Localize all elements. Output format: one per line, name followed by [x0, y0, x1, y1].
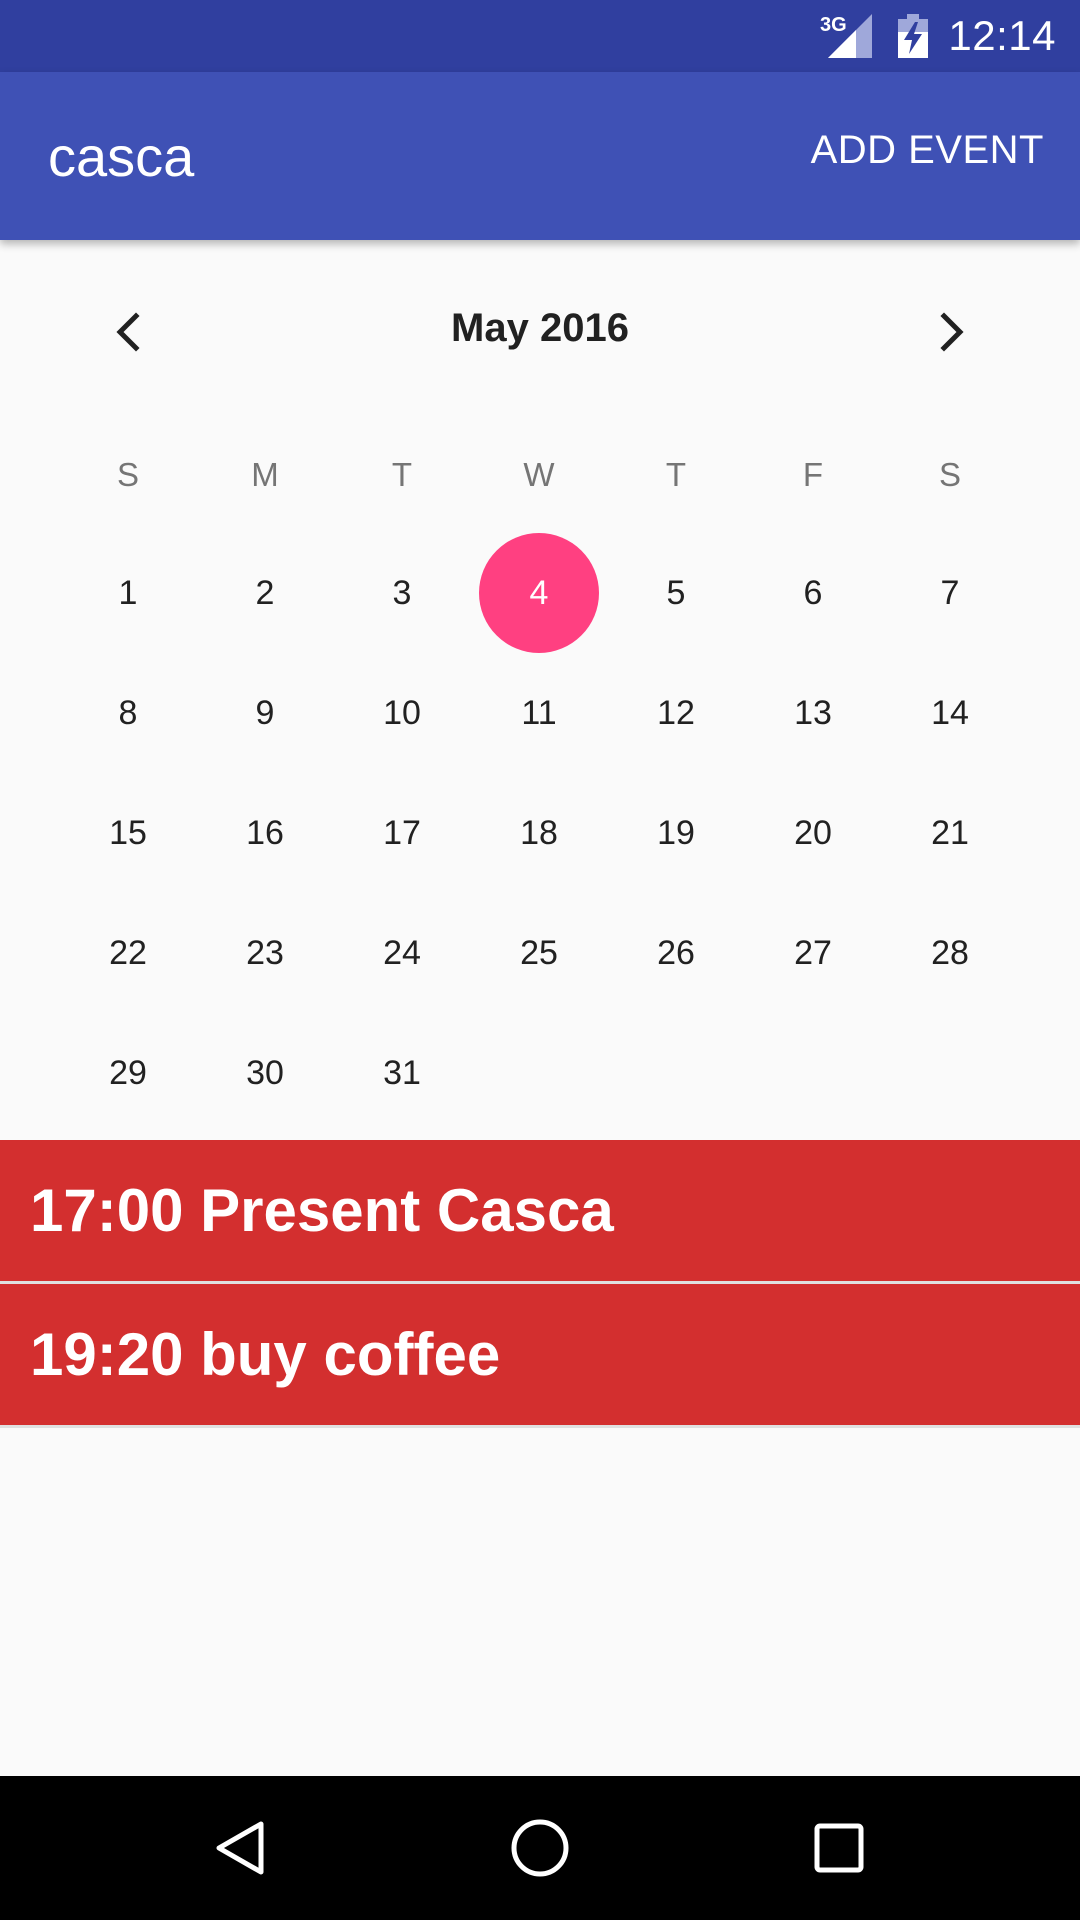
day-number: 15	[109, 813, 147, 852]
day-number: 10	[383, 693, 421, 732]
day-number: 16	[246, 813, 284, 852]
day-number: 24	[383, 933, 421, 972]
recents-icon[interactable]	[803, 1812, 875, 1884]
day-number: 2	[255, 573, 275, 612]
day-cell[interactable]: 15	[68, 773, 188, 893]
day-cell[interactable]: 27	[753, 893, 873, 1013]
day-cell[interactable]: 26	[616, 893, 736, 1013]
day-cell[interactable]: 16	[205, 773, 325, 893]
day-number: 18	[520, 813, 558, 852]
day-number: 17	[383, 813, 421, 852]
screen: 3G 12:14 casca ADD EVENT May 2016 SMTWT	[0, 0, 1080, 1920]
day-cell[interactable]: 2	[205, 533, 325, 653]
day-cell[interactable]: 31	[342, 1013, 462, 1133]
day-number: 25	[520, 933, 558, 972]
day-number: 28	[931, 933, 969, 972]
day-cell[interactable]: 28	[890, 893, 1010, 1013]
signal-icon	[828, 14, 872, 58]
day-number: 27	[794, 933, 832, 972]
day-number: 26	[657, 933, 695, 972]
day-number: 31	[383, 1053, 421, 1092]
day-cell-selected[interactable]: 4	[479, 533, 599, 653]
navigation-bar	[0, 1776, 1080, 1920]
day-cell[interactable]: 8	[68, 653, 188, 773]
day-cell[interactable]: 14	[890, 653, 1010, 773]
calendar: May 2016 SMTWTFS 1 2 3 4 5 6 7 8 9 10 11 12 13 14 15 16…	[0, 240, 1080, 1140]
event-item[interactable]: 17:00 Present Casca	[0, 1140, 1080, 1284]
event-list: 17:00 Present Casca 19:20 buy coffee	[0, 1140, 1080, 1428]
day-number: 29	[109, 1053, 147, 1092]
day-cell[interactable]: 18	[479, 773, 599, 893]
app-title: casca	[48, 125, 195, 188]
day-number: 3	[392, 573, 412, 612]
day-cell[interactable]: 13	[753, 653, 873, 773]
status-bar: 3G 12:14	[0, 0, 1080, 72]
day-cell[interactable]: 24	[342, 893, 462, 1013]
day-number: 20	[794, 813, 832, 852]
day-cell[interactable]: 3	[342, 533, 462, 653]
app-bar: casca ADD EVENT	[0, 72, 1080, 240]
event-label: 19:20 buy coffee	[30, 1321, 501, 1388]
day-number: 5	[666, 573, 686, 612]
day-number: 14	[931, 693, 969, 732]
day-cell[interactable]: 11	[479, 653, 599, 773]
day-cell[interactable]: 9	[205, 653, 325, 773]
day-cell[interactable]: 21	[890, 773, 1010, 893]
day-number: 6	[803, 573, 823, 612]
status-time: 12:14	[948, 12, 1056, 59]
day-number: 19	[657, 813, 695, 852]
day-cell[interactable]: 30	[205, 1013, 325, 1133]
day-number: 21	[931, 813, 969, 852]
event-label: 17:00 Present Casca	[30, 1177, 614, 1244]
days-grid: 1 2 3 4 5 6 7 8 9 10 11 12 13 14 15 16 17 18 19 20 21 22 23 24 2…	[0, 240, 1080, 1140]
day-cell[interactable]: 1	[68, 533, 188, 653]
day-cell[interactable]: 20	[753, 773, 873, 893]
day-cell[interactable]: 10	[342, 653, 462, 773]
day-number: 23	[246, 933, 284, 972]
day-number: 13	[794, 693, 832, 732]
day-cell[interactable]: 17	[342, 773, 462, 893]
day-cell[interactable]: 29	[68, 1013, 188, 1133]
event-item[interactable]: 19:20 buy coffee	[0, 1284, 1080, 1428]
day-cell[interactable]: 12	[616, 653, 736, 773]
add-event-button[interactable]: ADD EVENT	[811, 128, 1044, 173]
day-number: 4	[529, 573, 549, 612]
day-number: 12	[657, 693, 695, 732]
day-number: 11	[521, 693, 557, 732]
day-number: 7	[940, 573, 960, 612]
day-number: 8	[118, 693, 138, 732]
day-number: 1	[118, 573, 138, 612]
battery-charging-icon	[898, 14, 928, 58]
day-cell[interactable]: 23	[205, 893, 325, 1013]
day-cell[interactable]: 19	[616, 773, 736, 893]
day-number: 9	[255, 693, 275, 732]
day-cell[interactable]: 25	[479, 893, 599, 1013]
back-icon[interactable]	[205, 1812, 277, 1884]
day-cell[interactable]: 5	[616, 533, 736, 653]
day-cell[interactable]: 22	[68, 893, 188, 1013]
home-icon[interactable]	[504, 1812, 576, 1884]
day-number: 30	[246, 1053, 284, 1092]
day-cell[interactable]: 6	[753, 533, 873, 653]
day-cell[interactable]: 7	[890, 533, 1010, 653]
day-number: 22	[109, 933, 147, 972]
